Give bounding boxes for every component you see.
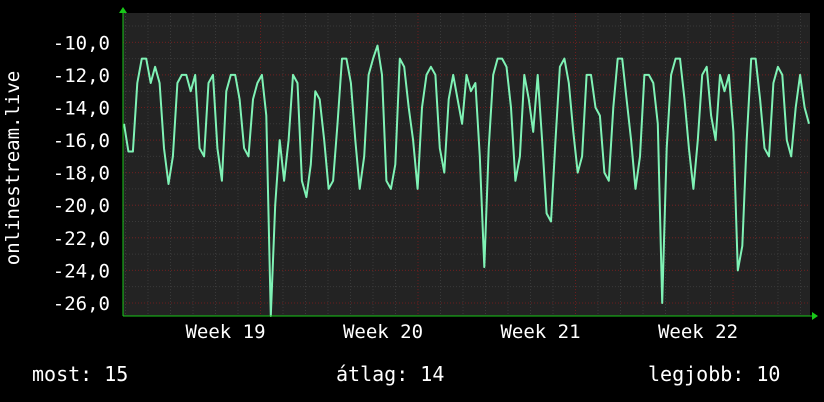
y-tick-label: -18,0 [53, 163, 110, 185]
x-tick-label: Week 19 [185, 321, 265, 343]
y-tick-label: -12,0 [53, 65, 110, 87]
x-tick-label: Week 21 [500, 321, 580, 343]
legend-average: átlag: 14 [336, 362, 444, 386]
y-tick-label: -24,0 [53, 260, 110, 282]
y-tick-label: -16,0 [53, 130, 110, 152]
y-tick-label: -22,0 [53, 228, 110, 250]
y-tick-label: -10,0 [53, 32, 110, 54]
legend-max: legjobb: 10 [648, 362, 780, 386]
y-axis-label: onlinestream.live [2, 71, 24, 265]
x-tick-label: Week 22 [658, 321, 738, 343]
y-tick-labels: -10,0 -12,0 -14,0 -16,0 -18,0 -20,0 -22,0 -24,0… [53, 32, 110, 315]
plot-area [123, 13, 810, 316]
chart-root: -10,0 -12,0 -14,0 -16,0 -18,0 -20,0 -22,0 -24,0… [0, 0, 824, 402]
line-chart: -10,0 -12,0 -14,0 -16,0 -18,0 -20,0 -22,0 -24,0… [0, 0, 824, 402]
y-tick-label: -14,0 [53, 97, 110, 119]
y-tick-label: -26,0 [53, 293, 110, 315]
y-tick-label: -20,0 [53, 195, 110, 217]
x-tick-label: Week 20 [343, 321, 423, 343]
legend-current: most: 15 [32, 362, 128, 386]
